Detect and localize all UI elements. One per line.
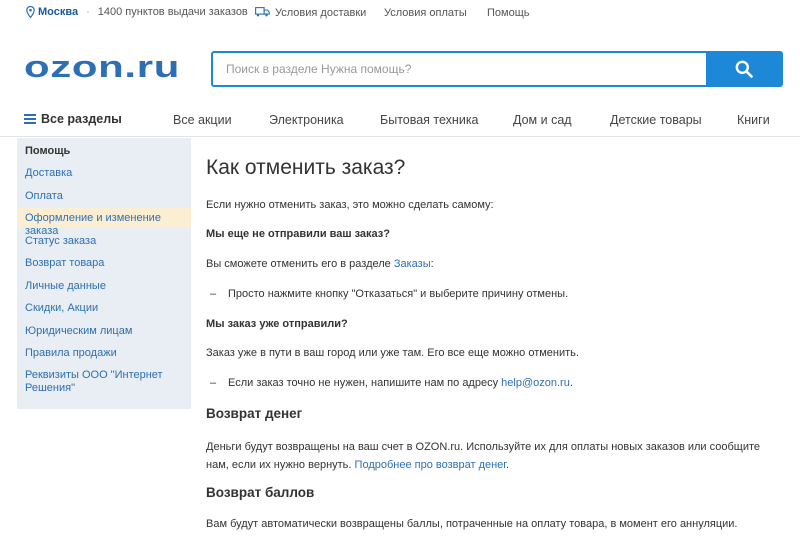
sidebar-item-personal-data[interactable]: Личные данные [17, 280, 191, 293]
location-pin-icon [26, 6, 35, 18]
payment-terms-link[interactable]: Условия оплаты [384, 7, 467, 19]
separator-dot: · [86, 6, 90, 18]
category-nav: Все разделы Все акции Электроника Бытова… [0, 107, 800, 137]
search-icon [735, 60, 753, 78]
cancel-in-orders-suffix: : [430, 258, 434, 270]
sidebar-item-delivery[interactable]: Доставка [17, 167, 191, 180]
header: ozon.ru Поиск в разделе Нужна помощь? [0, 27, 800, 107]
sidebar-item-returns[interactable]: Возврат товара [17, 257, 191, 270]
refund-details-link[interactable]: Подробнее про возврат денег [355, 459, 506, 471]
sidebar-title: Помощь [25, 145, 71, 157]
sidebar-item-requisites-line1: Реквизиты ООО "Интернет [25, 369, 163, 381]
refund-text: Деньги будут возвращены на ваш счет в OZ… [206, 438, 776, 474]
ozon-logo-mark: ozon.ru [24, 49, 180, 84]
intro-text: Если нужно отменить заказ, это можно сде… [206, 199, 494, 211]
sidebar-item-payment[interactable]: Оплата [17, 190, 191, 203]
truck-icon [255, 7, 270, 17]
points-text: Вам будут автоматически возвращены баллы… [206, 518, 738, 530]
top-bar: Москва · 1400 пунктов выдачи заказов Усл… [0, 0, 800, 27]
refund-suffix: . [505, 459, 510, 471]
list-dash: – [210, 288, 217, 300]
list-item-text: Просто нажмите кнопку "Отказаться" и выб… [228, 288, 569, 300]
email-instruction-text: Если заказ точно не нужен, напишите нам … [228, 377, 502, 389]
location-selector[interactable]: Москва · 1400 пунктов выдачи заказов [26, 6, 248, 18]
sidebar-item-requisites-line2: Решения" [25, 382, 75, 394]
refund-heading: Возврат денег [206, 406, 303, 421]
nav-item-home-garden[interactable]: Дом и сад [513, 113, 572, 127]
sidebar-item-order-status[interactable]: Статус заказа [17, 235, 191, 248]
all-sections-button[interactable]: Все разделы [24, 112, 122, 126]
in-transit-text: Заказ уже в пути в ваш город или уже там… [206, 347, 579, 359]
cancel-in-orders-prefix: Вы сможете отменить его в разделе [206, 258, 394, 270]
points-heading: Возврат баллов [206, 485, 315, 500]
question-shipped: Мы заказ уже отправили? [206, 318, 348, 330]
question-not-shipped: Мы еще не отправили ваш заказ? [206, 228, 390, 240]
list-dash: – [210, 377, 217, 389]
sidebar-item-ordering[interactable]: Оформление и изменение заказа [17, 208, 191, 237]
menu-icon [24, 112, 36, 126]
cancel-in-orders-text: Вы сможете отменить его в разделе Заказы… [206, 258, 434, 270]
list-item: – Просто нажмите кнопку "Отказаться" и вы… [210, 288, 568, 300]
ozon-logo[interactable]: ozon.ru [24, 49, 182, 90]
nav-item-electronics[interactable]: Электроника [269, 113, 344, 127]
orders-link[interactable]: Заказы [394, 258, 431, 270]
nav-item-promotions[interactable]: Все акции [173, 113, 232, 127]
pickup-points-link[interactable]: 1400 пунктов выдачи заказов [98, 6, 248, 18]
city-link[interactable]: Москва [38, 6, 78, 18]
nav-item-books[interactable]: Книги [737, 113, 770, 127]
nav-item-kids[interactable]: Детские товары [610, 113, 702, 127]
delivery-terms-link[interactable]: Условия доставки [255, 7, 366, 19]
list-item: – Если заказ точно не нужен, напишите нам… [210, 377, 573, 389]
sidebar-item-discounts[interactable]: Скидки, Акции [17, 302, 191, 315]
all-sections-label: Все разделы [41, 112, 122, 126]
help-sidebar: Помощь Доставка Оплата Оформление и изме… [17, 138, 191, 409]
sidebar-item-legal-entities[interactable]: Юридическим лицам [17, 325, 191, 338]
help-email-link[interactable]: help@ozon.ru [501, 377, 570, 389]
nav-item-appliances[interactable]: Бытовая техника [380, 113, 479, 127]
svg-text:ozon.ru: ozon.ru [24, 52, 180, 82]
search-input[interactable]: Поиск в разделе Нужна помощь? [226, 62, 411, 76]
delivery-terms-label: Условия доставки [275, 7, 367, 19]
sidebar-item-sales-rules[interactable]: Правила продажи [17, 347, 191, 360]
page-title: Как отменить заказ? [206, 156, 406, 179]
help-link[interactable]: Помощь [487, 7, 530, 19]
search-button[interactable] [706, 51, 782, 87]
search-bar[interactable]: Поиск в разделе Нужна помощь? [211, 51, 783, 87]
email-instruction-suffix: . [569, 377, 573, 389]
sidebar-item-requisites[interactable]: Реквизиты ООО "Интернет Решения" [17, 369, 191, 395]
